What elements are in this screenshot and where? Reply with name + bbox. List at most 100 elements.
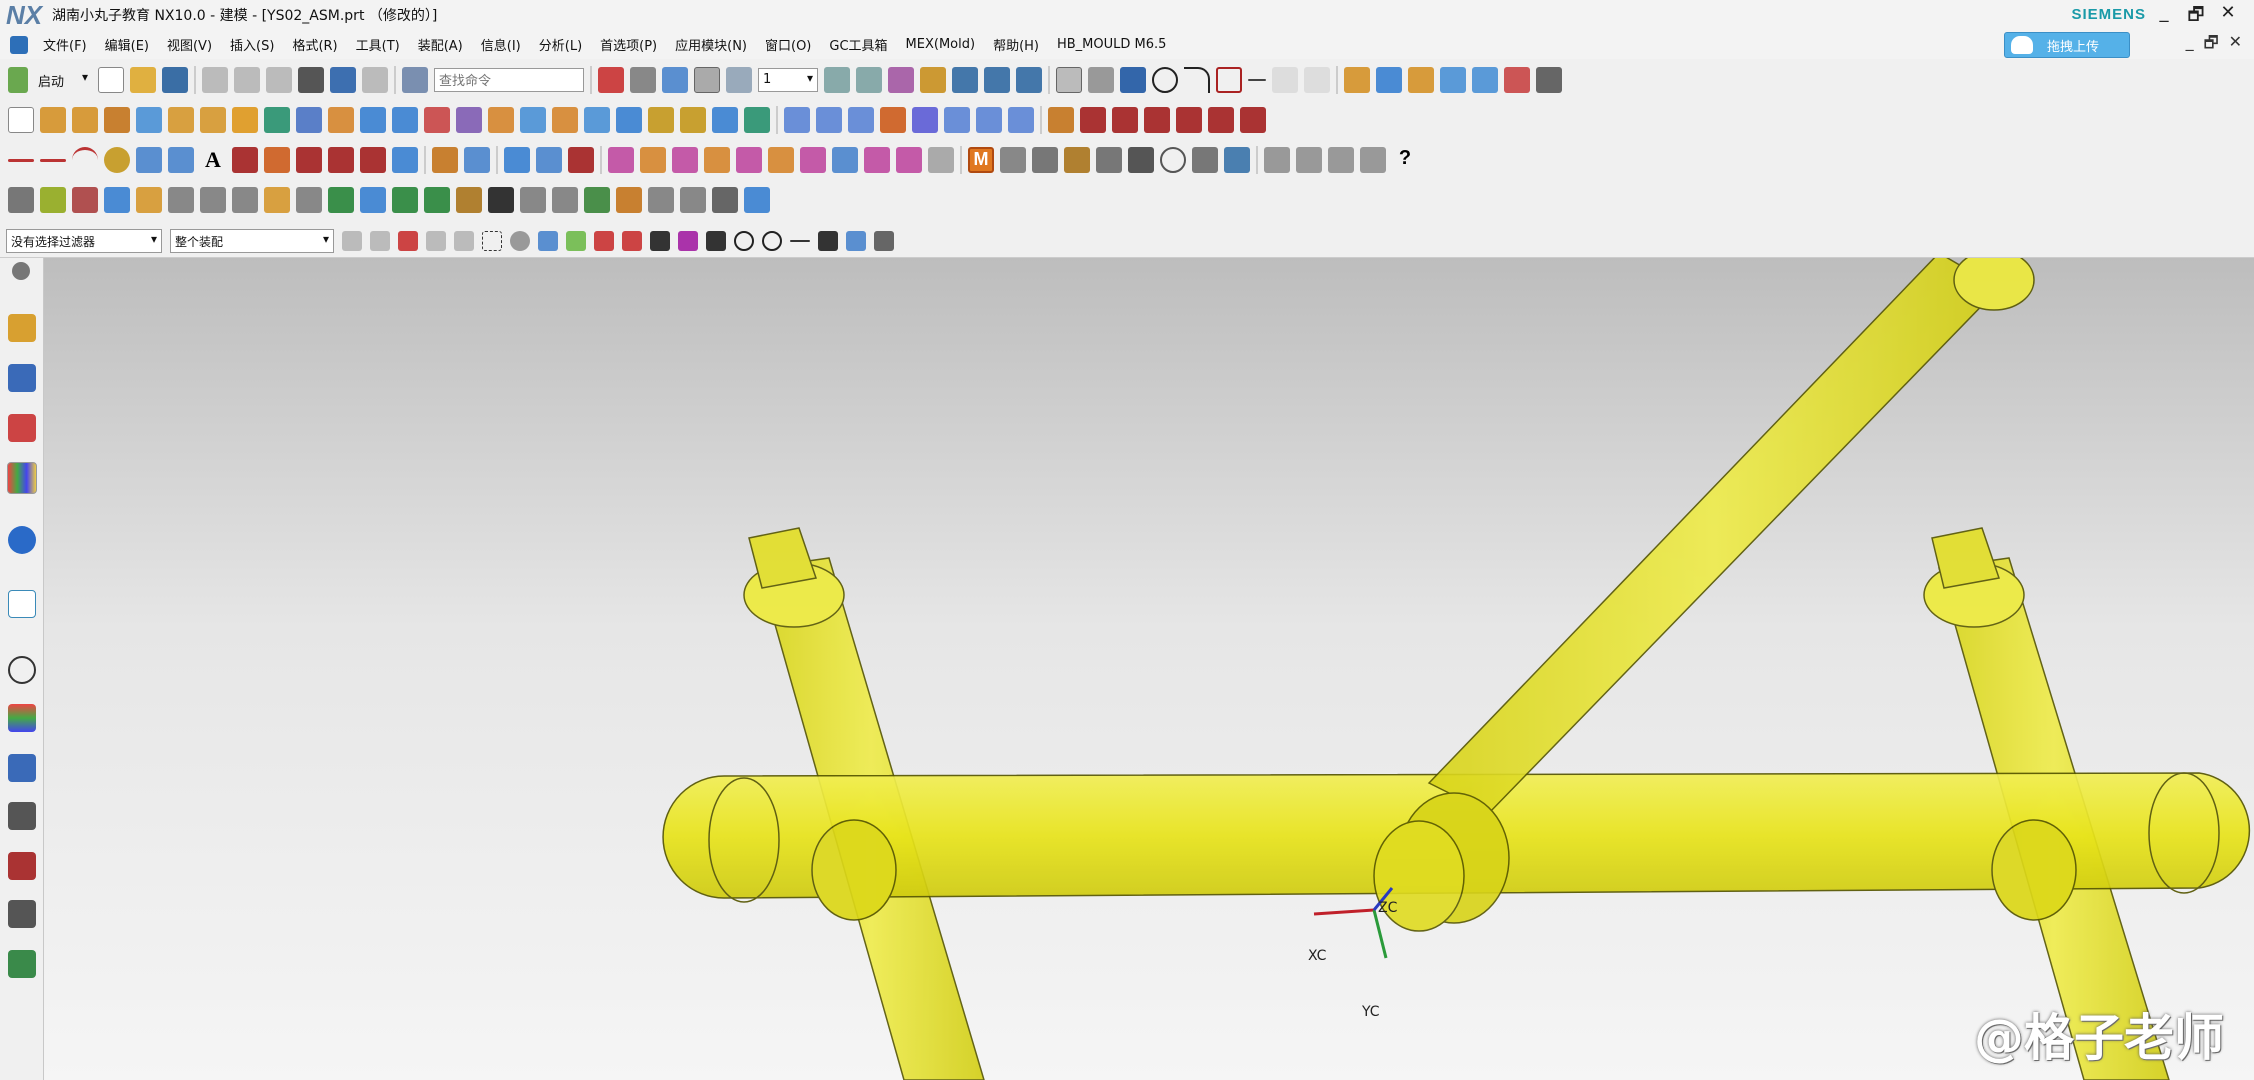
snap-point-on-face-icon[interactable]	[818, 230, 838, 251]
datum-csys-icon[interactable]	[168, 147, 194, 173]
sphere-icon[interactable]	[1504, 67, 1530, 93]
trim-body-icon[interactable]	[488, 107, 514, 133]
runner-icon[interactable]	[1064, 147, 1090, 173]
part-model[interactable]	[44, 258, 2254, 1080]
new-file-icon[interactable]	[98, 67, 124, 93]
plate-icon[interactable]	[616, 187, 642, 213]
layer-tool-icon[interactable]	[168, 187, 194, 213]
reuse-library-icon[interactable]	[7, 462, 37, 494]
command-search-input[interactable]	[434, 68, 584, 92]
curve-icon[interactable]	[1120, 67, 1146, 93]
hole-icon[interactable]	[104, 107, 130, 133]
arc-icon[interactable]	[1184, 67, 1210, 93]
start-menu-button[interactable]: 启动	[34, 68, 92, 92]
background-icon[interactable]	[694, 67, 720, 93]
cloud-upload-button[interactable]: 拖拽上传	[2004, 32, 2130, 58]
menu-info[interactable]: 信息(I)	[472, 35, 530, 54]
line-icon[interactable]	[1248, 79, 1266, 81]
snap-point-on-curve-icon[interactable]	[790, 239, 810, 242]
standard-part-icon[interactable]	[832, 147, 858, 173]
snap-center-icon[interactable]	[734, 230, 754, 251]
cut-icon[interactable]	[202, 67, 228, 93]
conic-icon[interactable]	[296, 147, 322, 173]
copy-icon[interactable]	[234, 67, 260, 93]
roles-icon[interactable]	[8, 852, 36, 880]
sew-icon[interactable]	[744, 107, 770, 133]
cone-icon[interactable]	[1472, 67, 1498, 93]
intersect-icon[interactable]	[328, 107, 354, 133]
document-tool-icon[interactable]	[744, 187, 770, 213]
ellipse-icon[interactable]	[328, 147, 354, 173]
text-tool-icon[interactable]: A	[200, 147, 226, 173]
extrude-feature-icon[interactable]	[40, 107, 66, 133]
menu-gc-toolbox[interactable]: GC工具箱	[820, 35, 896, 54]
snap-endpoint-icon[interactable]	[566, 230, 586, 251]
palette-icon[interactable]	[8, 950, 36, 978]
star-icon[interactable]	[1128, 147, 1154, 173]
select-point-icon[interactable]	[398, 230, 418, 251]
cylinder-icon[interactable]	[1440, 67, 1466, 93]
type-filter-select[interactable]: 没有选择过滤器	[6, 228, 162, 253]
mex-mold-icon[interactable]: M	[968, 147, 994, 173]
hd3d-tools-icon[interactable]	[8, 526, 36, 554]
snap-arc-center-icon[interactable]	[706, 230, 726, 251]
line-tool-2-icon[interactable]	[40, 158, 66, 162]
stairs-icon[interactable]	[456, 187, 482, 213]
layer-select[interactable]: 1	[758, 68, 818, 92]
grid-icon[interactable]	[1088, 67, 1114, 93]
unite-icon[interactable]	[264, 107, 290, 133]
show-hide-icon[interactable]	[952, 67, 978, 93]
selection-scope-select[interactable]: 整个装配	[170, 228, 334, 253]
doc-close-button[interactable]: ✕	[2229, 32, 2242, 59]
command-finder-icon[interactable]	[402, 67, 428, 93]
extend-sheet-icon[interactable]	[976, 107, 1002, 133]
thicken-icon[interactable]	[712, 107, 738, 133]
bounded-plane-icon[interactable]	[944, 107, 970, 133]
menu-format[interactable]: 格式(R)	[283, 35, 346, 54]
law-curve-icon[interactable]	[264, 147, 290, 173]
block-icon[interactable]	[1408, 67, 1434, 93]
clamp-icon[interactable]	[520, 187, 546, 213]
offset-face-icon[interactable]	[552, 107, 578, 133]
fit-view-icon[interactable]	[598, 67, 624, 93]
stack-icon[interactable]	[264, 187, 290, 213]
through-mesh-icon[interactable]	[816, 107, 842, 133]
section-curve-icon[interactable]	[1208, 107, 1234, 133]
menu-tools[interactable]: 工具(T)	[347, 35, 409, 54]
move-layer-icon[interactable]	[856, 67, 882, 93]
pad-icon[interactable]	[200, 107, 226, 133]
constraint-navigator-icon[interactable]	[8, 364, 36, 392]
box-tool-icon[interactable]	[40, 187, 66, 213]
eye-icon[interactable]	[712, 187, 738, 213]
frame-tool-icon[interactable]	[200, 187, 226, 213]
panel-icon[interactable]	[680, 187, 706, 213]
wrap-curve-icon[interactable]	[392, 147, 418, 173]
mold-wizard-icon[interactable]	[608, 147, 634, 173]
ejector-pin-icon[interactable]	[864, 147, 890, 173]
layer-settings-icon[interactable]	[824, 67, 850, 93]
gate-icon[interactable]	[928, 147, 954, 173]
menu-preferences[interactable]: 首选项(P)	[591, 35, 666, 54]
wcs-icon[interactable]	[888, 67, 914, 93]
view-orient-icon[interactable]	[662, 67, 688, 93]
app-menu-icon[interactable]	[10, 35, 28, 54]
wrench-icon[interactable]	[232, 187, 258, 213]
menu-edit[interactable]: 编辑(E)	[96, 35, 158, 54]
web-browser-icon[interactable]	[8, 590, 36, 618]
spreadsheet-icon[interactable]	[648, 187, 674, 213]
mold-base-icon[interactable]	[800, 147, 826, 173]
manufacturing-wizard-icon[interactable]	[8, 802, 36, 830]
menu-applications[interactable]: 应用模块(N)	[666, 35, 756, 54]
snap-bounded-icon[interactable]	[846, 230, 866, 251]
join-curve-icon[interactable]	[1112, 107, 1138, 133]
delete-face-icon[interactable]	[648, 107, 674, 133]
lasso-select-icon[interactable]	[510, 230, 530, 251]
snap-quadrant-icon[interactable]	[762, 230, 782, 251]
pattern-icon[interactable]	[232, 107, 258, 133]
select-body-icon[interactable]	[454, 230, 474, 251]
trim-sheet-icon[interactable]	[1008, 107, 1034, 133]
font-icon[interactable]	[1360, 147, 1386, 173]
point-tool-icon[interactable]	[104, 147, 130, 173]
clock-icon[interactable]	[1160, 147, 1186, 173]
insert-pocket-icon[interactable]	[768, 147, 794, 173]
